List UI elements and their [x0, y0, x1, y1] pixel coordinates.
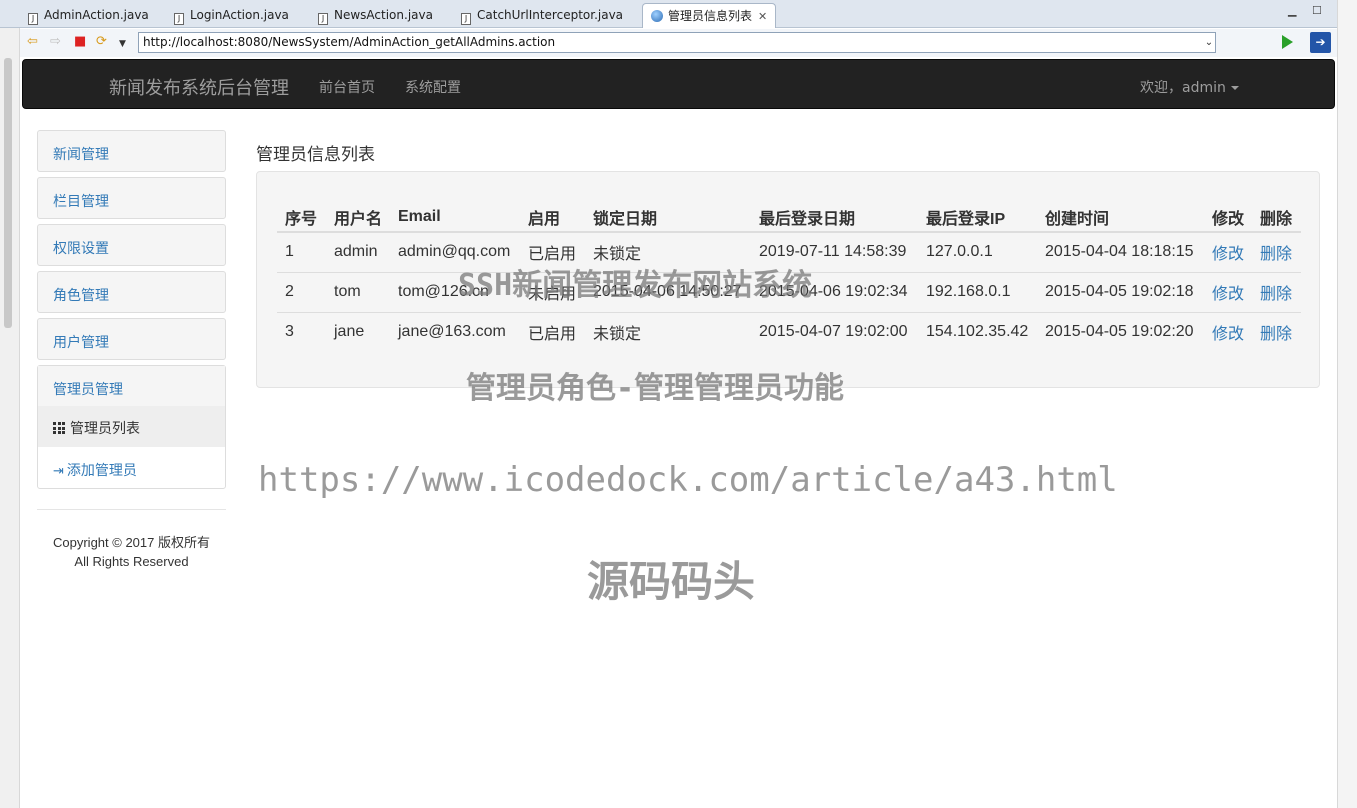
brand-title[interactable]: 新闻发布系统后台管理 [109, 74, 289, 100]
tab-admin-list-browser[interactable]: 管理员信息列表 ✕ [642, 3, 777, 28]
col-header: 序号 [277, 190, 326, 233]
scrollbar-thumb[interactable] [4, 58, 12, 328]
delete-link[interactable]: 删除 [1260, 286, 1292, 303]
nav-config-link[interactable]: 系统配置 [405, 77, 461, 97]
close-icon[interactable]: ✕ [758, 10, 767, 23]
nav-home-link[interactable]: 前台首页 [319, 77, 375, 97]
site-navbar: 新闻发布系统后台管理 前台首页 系统配置 欢迎，admin [22, 59, 1335, 109]
url-dropdown-icon[interactable]: ⌄ [1202, 32, 1216, 53]
tab-news-action[interactable]: J NewsAction.java [310, 3, 441, 28]
cell-username: admin [326, 231, 390, 272]
url-input[interactable]: http://localhost:8080/NewsSystem/AdminAc… [138, 32, 1216, 53]
col-header: 最后登录IP [918, 190, 1037, 233]
col-header: 修改 [1204, 190, 1252, 233]
cell-index: 2 [277, 271, 326, 312]
sidebar-subitem-admin-list[interactable]: 管理员列表 [38, 407, 225, 447]
left-gutter [0, 28, 20, 808]
sidebar-item-news[interactable]: 新闻管理 [37, 130, 226, 172]
java-file-icon: J [28, 13, 38, 25]
java-file-icon: J [174, 13, 184, 25]
external-browser-icon[interactable]: ➔ [1310, 32, 1331, 53]
col-header: 创建时间 [1037, 190, 1204, 233]
minimize-icon[interactable]: ▁ [1288, 4, 1296, 17]
go-icon[interactable] [1282, 35, 1293, 49]
cell-lock-date: 未锁定 [585, 311, 751, 352]
table-row: 3 jane jane@163.com 已启用 未锁定 2015-04-07 1… [277, 311, 1301, 352]
java-file-icon: J [318, 13, 328, 25]
edit-link[interactable]: 修改 [1212, 326, 1244, 343]
browser-toolbar: ⇦ ⇨ ■ ⟳ ▼ http://localhost:8080/NewsSyst… [20, 29, 1337, 57]
stop-icon[interactable]: ■ [74, 35, 86, 49]
cell-last-ip: 154.102.35.42 [918, 311, 1037, 352]
back-icon[interactable]: ⇦ [27, 35, 38, 49]
welcome-text: 欢迎，admin [1140, 80, 1226, 96]
watermark-site: 源码码头 [587, 557, 756, 606]
col-header: 删除 [1252, 190, 1301, 233]
java-file-icon: J [461, 13, 471, 25]
col-header: 启用 [520, 190, 585, 233]
edit-link[interactable]: 修改 [1212, 286, 1244, 303]
delete-link[interactable]: 删除 [1260, 326, 1292, 343]
log-in-icon: ⇥ [53, 464, 64, 479]
user-menu[interactable]: 欢迎，admin [1140, 77, 1239, 97]
sidebar-item-admin[interactable]: 管理员管理 [38, 366, 225, 407]
sidebar-group-admin: 管理员管理 管理员列表 ⇥ 添加管理员 [37, 365, 226, 489]
tab-admin-action[interactable]: J AdminAction.java [20, 3, 157, 28]
cell-created: 2015-04-05 19:02:18 [1037, 271, 1204, 312]
cell-username: jane [326, 311, 390, 352]
globe-icon [651, 10, 663, 22]
th-grid-icon [53, 422, 65, 434]
cell-index: 3 [277, 311, 326, 352]
tab-catch-url-interceptor[interactable]: J CatchUrlInterceptor.java [453, 3, 631, 28]
page-title: 管理员信息列表 [256, 145, 375, 165]
cell-created: 2015-04-05 19:02:20 [1037, 311, 1204, 352]
cell-email: jane@163.com [390, 311, 520, 352]
col-header: 锁定日期 [585, 190, 751, 233]
chevron-down-icon[interactable]: ▼ [119, 37, 126, 51]
table-header-row: 序号 用户名 Email 启用 锁定日期 最后登录日期 最后登录IP 创建时间 … [277, 190, 1301, 233]
sidebar-divider [37, 509, 226, 510]
editor-tab-bar: J AdminAction.java J LoginAction.java J New… [0, 0, 1357, 28]
cell-created: 2015-04-04 18:18:15 [1037, 231, 1204, 272]
col-header: Email [390, 190, 520, 233]
cell-index: 1 [277, 231, 326, 272]
forward-icon[interactable]: ⇨ [50, 35, 61, 49]
cell-username: tom [326, 271, 390, 312]
refresh-icon[interactable]: ⟳ [96, 35, 107, 49]
sidebar-item-role[interactable]: 角色管理 [37, 271, 226, 313]
cell-last-ip: 127.0.0.1 [918, 231, 1037, 272]
tab-login-action[interactable]: J LoginAction.java [166, 3, 297, 28]
copyright: Copyright © 2017 版权所有 All Rights Reserve… [53, 535, 210, 569]
caret-down-icon [1230, 86, 1239, 90]
cell-last-ip: 192.168.0.1 [918, 271, 1037, 312]
col-header: 用户名 [326, 190, 390, 233]
edit-link[interactable]: 修改 [1212, 246, 1244, 263]
cell-enabled: 已启用 [520, 311, 585, 352]
right-gutter [1337, 0, 1357, 808]
maximize-icon[interactable]: ☐ [1312, 4, 1322, 17]
sidebar-subitem-add-admin[interactable]: ⇥ 添加管理员 [38, 449, 225, 489]
sidebar-item-column[interactable]: 栏目管理 [37, 177, 226, 219]
sidebar-item-user[interactable]: 用户管理 [37, 318, 226, 360]
sidebar-item-permission[interactable]: 权限设置 [37, 224, 226, 266]
watermark-subtitle: 管理员角色-管理管理员功能 [466, 371, 845, 406]
watermark-url: https://www.icodedock.com/article/a43.ht… [258, 460, 1118, 500]
col-header: 最后登录日期 [751, 190, 918, 233]
cell-last-login: 2015-04-07 19:02:00 [751, 311, 918, 352]
watermark-title: SSH新闻管理发布网站系统 [458, 268, 813, 303]
delete-link[interactable]: 删除 [1260, 246, 1292, 263]
